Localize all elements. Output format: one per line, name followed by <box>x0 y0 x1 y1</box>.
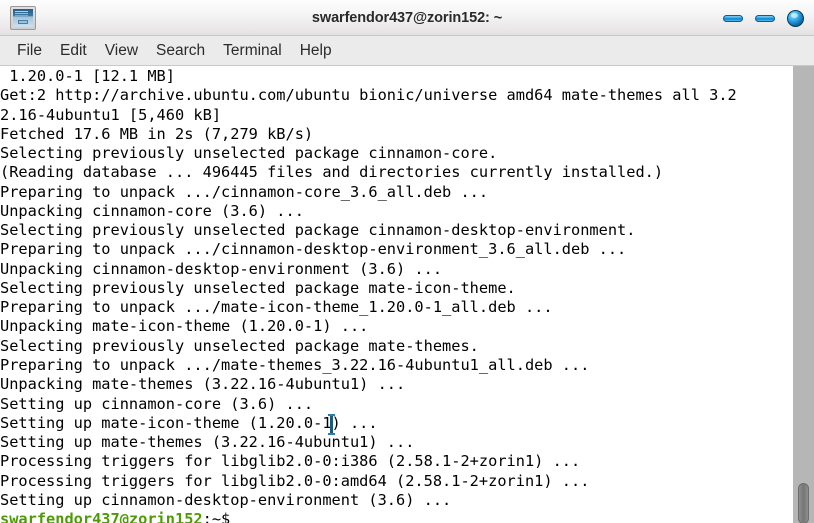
terminal-screen[interactable]: 1.20.0-1 [12.1 MB] Get:2 http://archive.u… <box>0 66 792 523</box>
scrollbar-thumb[interactable] <box>798 483 809 523</box>
terminal-line: Selecting previously unselected package … <box>0 336 479 355</box>
menu-bar: File Edit View Search Terminal Help <box>0 36 814 66</box>
menu-item-help[interactable]: Help <box>291 39 341 63</box>
maximize-button[interactable] <box>755 14 775 22</box>
terminal-line: Setting up cinnamon-core (3.6) ... <box>0 394 314 413</box>
terminal-line: Preparing to unpack .../mate-themes_3.22… <box>0 355 590 374</box>
menu-item-terminal[interactable]: Terminal <box>214 39 291 63</box>
terminal-line: Selecting previously unselected package … <box>0 278 516 297</box>
vertical-scrollbar[interactable] <box>792 66 814 523</box>
terminal-line: 1.20.0-1 [12.1 MB] <box>0 67 175 85</box>
terminal-line: Setting up mate-icon-theme (1.20.0-1) ..… <box>0 413 378 432</box>
terminal-line: Unpacking mate-icon-theme (1.20.0-1) ... <box>0 317 369 336</box>
close-button[interactable] <box>787 9 804 27</box>
terminal-line: Preparing to unpack .../cinnamon-core_3.… <box>0 182 489 201</box>
terminal-line: Preparing to unpack .../mate-icon-theme_… <box>0 298 553 317</box>
terminal-window: swarfendor437@zorin152: ~ File Edit View… <box>0 0 814 523</box>
terminal-line: Selecting previously unselected package … <box>0 144 498 163</box>
minimize-button[interactable] <box>723 14 743 22</box>
menu-item-edit[interactable]: Edit <box>51 39 96 63</box>
window-titlebar[interactable]: swarfendor437@zorin152: ~ <box>0 0 814 36</box>
terminal-output: 1.20.0-1 [12.1 MB] Get:2 http://archive.u… <box>0 67 792 523</box>
menu-item-view[interactable]: View <box>96 39 147 63</box>
terminal-line: Preparing to unpack .../cinnamon-desktop… <box>0 240 627 259</box>
menu-item-file[interactable]: File <box>8 39 51 63</box>
terminal-line: Processing triggers for libglib2.0-0:i38… <box>0 452 581 471</box>
prompt-user-host: swarfendor437@zorin152 <box>0 510 203 523</box>
terminal-prompt-line: swarfendor437@zorin152:~$ <box>0 510 792 523</box>
terminal-line: Get:2 http://archive.ubuntu.com/ubuntu b… <box>0 86 737 105</box>
terminal-line: Fetched 17.6 MB in 2s (7,279 kB/s) <box>0 124 314 143</box>
terminal-line: Setting up mate-themes (3.22.16-4ubuntu1… <box>0 433 415 452</box>
terminal-line: Processing triggers for libglib2.0-0:amd… <box>0 471 590 490</box>
terminal-line: Unpacking cinnamon-desktop-environment (… <box>0 259 443 278</box>
terminal-area: 1.20.0-1 [12.1 MB] Get:2 http://archive.u… <box>0 66 814 523</box>
terminal-icon <box>10 6 36 30</box>
terminal-line: 2.16-4ubuntu1 [5,460 kB] <box>0 105 222 124</box>
prompt-path-symbol: :~$ <box>202 510 231 523</box>
terminal-line: Selecting previously unselected package … <box>0 221 636 240</box>
terminal-line: (Reading database ... 496445 files and d… <box>0 163 664 182</box>
terminal-icon-screen <box>13 9 33 27</box>
terminal-line: Unpacking cinnamon-core (3.6) ... <box>0 201 304 220</box>
window-title: swarfendor437@zorin152: ~ <box>311 9 503 26</box>
window-controls <box>723 0 804 36</box>
terminal-line: Setting up cinnamon-desktop-environment … <box>0 490 452 509</box>
terminal-line: Unpacking mate-themes (3.22.16-4ubuntu1)… <box>0 375 406 394</box>
menu-item-search[interactable]: Search <box>147 39 214 63</box>
